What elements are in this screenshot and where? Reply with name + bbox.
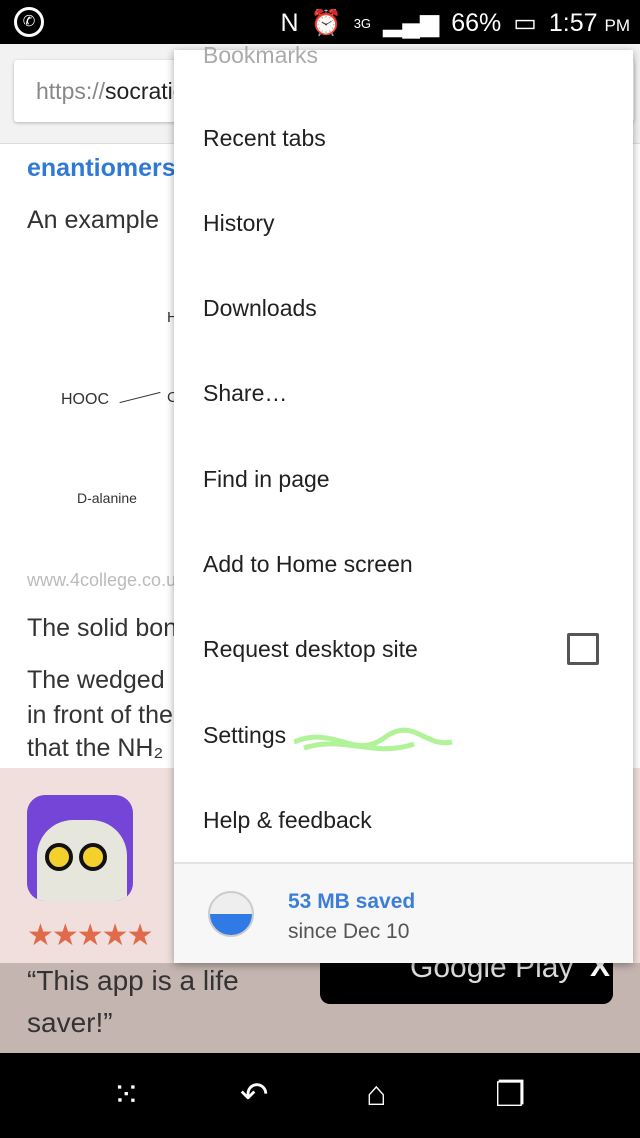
page-link[interactable]: enantiomers <box>27 154 176 183</box>
menu-item-bookmarks[interactable]: Bookmarks <box>203 42 318 64</box>
page-text: in front of the <box>27 701 173 729</box>
page-text: An example <box>27 206 160 234</box>
menu-item-downloads[interactable]: Downloads <box>203 295 317 322</box>
home-icon[interactable]: ⌂ <box>366 1075 387 1114</box>
url-scheme: https:// <box>36 78 106 104</box>
highlight-scribble <box>294 727 453 752</box>
signal-icon: ▂▄▆ <box>383 9 440 37</box>
image-source: www.4college.co.uk <box>27 570 186 590</box>
menu-item-add-to-home[interactable]: Add to Home screen <box>203 551 413 578</box>
recents-icon[interactable]: ❐ <box>495 1075 525 1115</box>
back-icon[interactable]: ↶ <box>240 1075 269 1115</box>
battery-icon: ▭ <box>513 9 537 37</box>
owl-app-icon <box>27 795 133 901</box>
request-desktop-checkbox[interactable] <box>567 633 599 665</box>
status-bar: ✆ N ⏰ 3G ▂▄▆ 66% ▭ 1:57 PM <box>0 0 640 44</box>
data-saver-summary[interactable]: 53 MB saved since Dec 10 <box>174 862 633 963</box>
page-text: The wedged <box>27 666 165 694</box>
nfc-icon: N <box>280 8 299 37</box>
rating-stars: ★★★★★ <box>27 919 153 952</box>
menu-item-recent-tabs[interactable]: Recent tabs <box>203 125 326 152</box>
data-saver-icon <box>208 891 254 937</box>
bond-line <box>119 391 161 404</box>
molecule-name: D-alanine <box>77 490 137 506</box>
battery-percent: 66% <box>451 8 502 37</box>
navigation-bar: ⁙ ↶ ⌂ ❐ <box>0 1053 640 1138</box>
clock-ampm: PM <box>604 15 631 35</box>
whatsapp-icon: ✆ <box>14 7 44 37</box>
page-text: that the NH₂ <box>27 734 164 762</box>
clock: 1:57 <box>548 8 598 37</box>
molecule-label: HOOC <box>61 391 109 408</box>
data-saved: 53 MB saved <box>288 890 416 913</box>
ad-quote: “This app is a life saver!” <box>27 965 239 1038</box>
data-saved-since: since Dec 10 <box>288 920 410 943</box>
apps-settings-icon[interactable]: ⁙ <box>112 1075 141 1115</box>
menu-item-help[interactable]: Help & feedback <box>203 807 372 834</box>
alarm-icon: ⏰ <box>310 8 342 37</box>
network-type: 3G <box>353 15 372 31</box>
menu-item-share[interactable]: Share… <box>203 380 287 407</box>
menu-item-request-desktop[interactable]: Request desktop site <box>203 636 418 663</box>
overflow-menu: Bookmarks Recent tabs History Downloads … <box>174 42 633 963</box>
menu-item-history[interactable]: History <box>203 210 275 237</box>
menu-item-find-in-page[interactable]: Find in page <box>203 466 330 493</box>
menu-item-settings[interactable]: Settings <box>203 722 286 749</box>
